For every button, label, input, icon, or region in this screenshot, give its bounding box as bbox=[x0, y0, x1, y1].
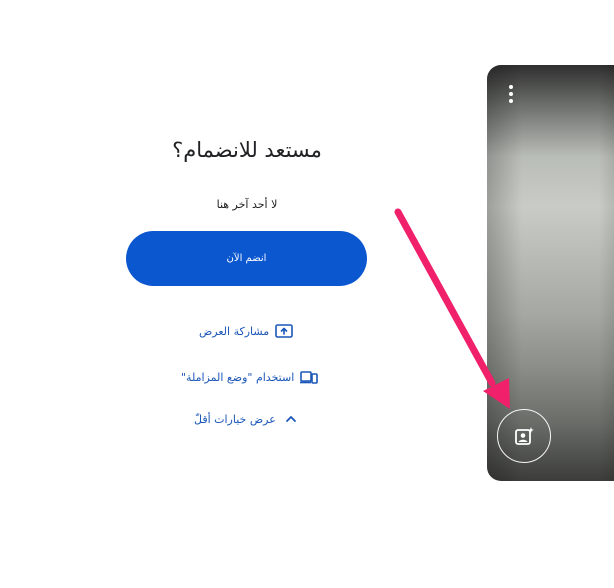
page-title: مستعد للانضمام؟ bbox=[172, 138, 322, 162]
present-label: مشاركة العرض bbox=[199, 324, 270, 338]
participants-status: لا أحد آخر هنا bbox=[216, 198, 278, 211]
join-now-button[interactable]: انضم الآن bbox=[126, 231, 367, 286]
companion-label: استخدام "وضع المزاملة" bbox=[181, 370, 295, 384]
companion-mode-button[interactable]: استخدام "وضع المزاملة" bbox=[181, 370, 319, 384]
more-vert-icon[interactable] bbox=[503, 83, 519, 105]
present-button[interactable]: مشاركة العرض bbox=[199, 324, 293, 338]
more-options-label: عرض خيارات أقلّ bbox=[194, 412, 276, 426]
chevron-up-icon bbox=[282, 412, 300, 426]
visual-effects-button[interactable] bbox=[497, 409, 551, 463]
visual-effects-icon bbox=[513, 425, 535, 447]
show-fewer-options-button[interactable]: عرض خيارات أقلّ bbox=[194, 412, 300, 426]
meet-prejoin-screen: مستعد للانضمام؟ لا أحد آخر هنا انضم الآن… bbox=[0, 0, 614, 588]
present-screen-icon bbox=[275, 324, 293, 338]
companion-devices-icon bbox=[300, 370, 319, 384]
camera-preview bbox=[487, 65, 614, 481]
